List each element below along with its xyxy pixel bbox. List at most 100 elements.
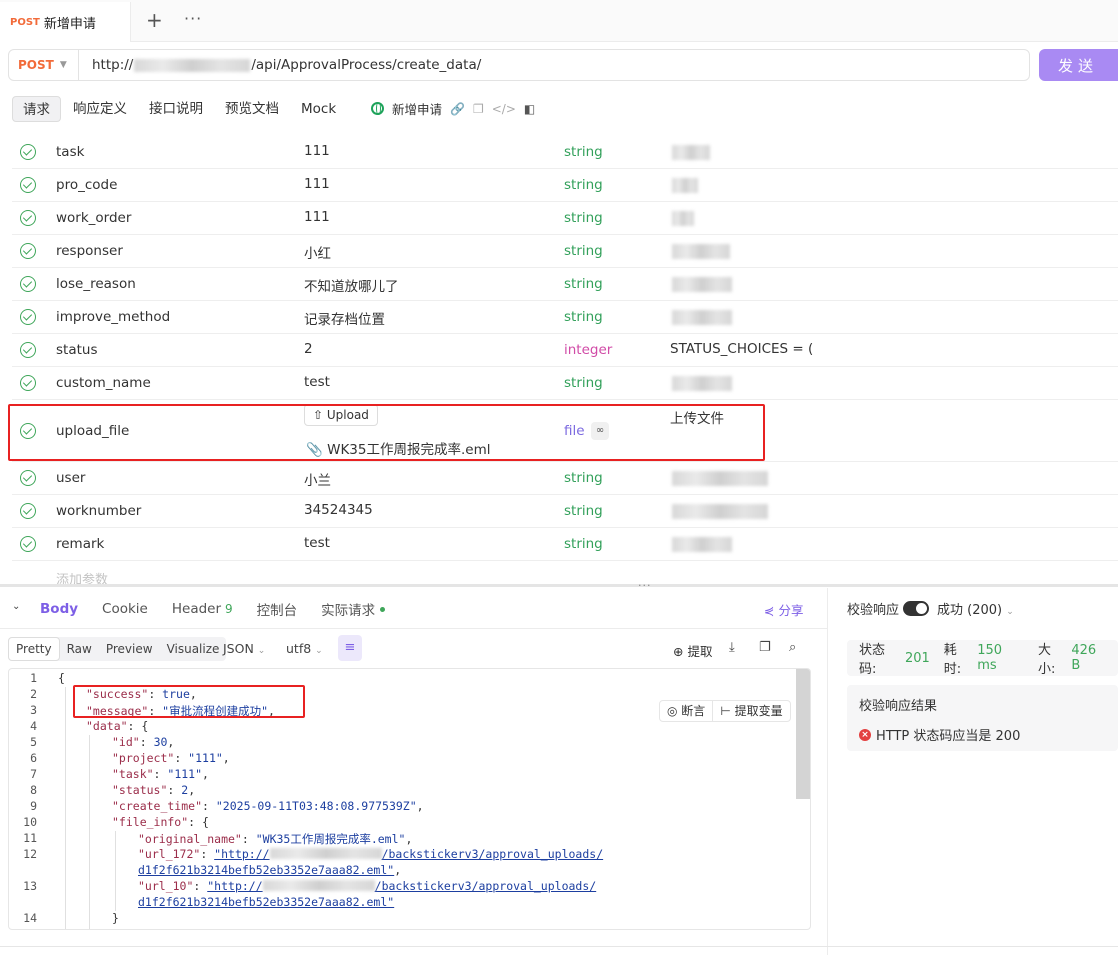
new-tab-button[interactable]: + [146, 8, 163, 32]
format-preview[interactable]: Preview [99, 637, 160, 661]
tab-preview-doc[interactable]: 预览文档 [215, 96, 289, 122]
copy-icon[interactable]: ❐ [473, 102, 484, 116]
param-type[interactable]: string [564, 210, 603, 226]
check-icon[interactable] [20, 503, 36, 519]
param-name[interactable]: custom_name [56, 375, 151, 391]
param-value[interactable]: 小兰 [304, 469, 331, 489]
format-raw[interactable]: Raw [60, 637, 99, 661]
verify-toggle[interactable] [903, 601, 930, 616]
verify-result-card: 校验响应结果 × HTTP 状态码应当是 200 [847, 685, 1118, 751]
tab-cookie[interactable]: Cookie [102, 601, 148, 617]
check-icon[interactable] [20, 309, 36, 325]
param-desc[interactable]: STATUS_CHOICES = ( [670, 341, 813, 357]
param-value[interactable]: 不知道放哪儿了 [304, 275, 399, 295]
param-value[interactable]: 记录存档位置 [304, 308, 385, 328]
panel-icon[interactable]: ◧ [524, 102, 535, 116]
line-number: 4 [30, 719, 37, 733]
tab-response-def[interactable]: 响应定义 [63, 96, 137, 122]
param-type[interactable]: string [564, 177, 603, 193]
param-type[interactable]: string [564, 144, 603, 160]
tab-header[interactable]: Header 9 [172, 601, 233, 617]
verify-label: 校验响应 [847, 603, 900, 618]
param-name[interactable]: pro_code [56, 177, 117, 193]
redacted-desc [672, 244, 730, 259]
line-number: 1 [30, 671, 37, 685]
code-line: "data": { [86, 719, 149, 733]
redacted-desc [672, 145, 710, 160]
request-subtabs: 请求 响应定义 接口说明 预览文档 Mock [12, 95, 348, 123]
check-icon[interactable] [20, 243, 36, 259]
tab-body[interactable]: Body [40, 601, 78, 617]
check-icon[interactable] [20, 276, 36, 292]
param-type[interactable]: string [564, 503, 603, 519]
verify-select[interactable]: 成功 (200) ⌄ [937, 599, 1014, 618]
tab-request[interactable]: 请求 [12, 96, 61, 122]
param-value[interactable]: 111 [304, 143, 330, 159]
param-name[interactable]: user [56, 470, 85, 486]
more-tabs-button[interactable]: ··· [184, 8, 202, 30]
param-value[interactable]: 2 [304, 341, 313, 357]
param-value[interactable]: 111 [304, 209, 330, 225]
redacted-host [134, 58, 251, 72]
param-name[interactable]: responser [56, 243, 123, 259]
redacted-desc [672, 310, 732, 325]
param-name[interactable]: remark [56, 536, 104, 552]
check-icon[interactable] [20, 342, 36, 358]
param-value[interactable]: 小红 [304, 242, 331, 262]
url-bar[interactable]: POST ▼ http:// /api/ApprovalProcess/crea… [8, 49, 1030, 81]
check-icon[interactable] [20, 536, 36, 552]
assert-button[interactable]: ◎ 断言 [660, 701, 712, 721]
tab-api-doc[interactable]: 接口说明 [139, 96, 213, 122]
param-name[interactable]: lose_reason [56, 276, 136, 292]
param-name[interactable]: task [56, 144, 84, 160]
code-icon[interactable]: </> [492, 102, 516, 116]
param-name[interactable]: improve_method [56, 309, 170, 325]
url-input[interactable]: http:// /api/ApprovalProcess/create_data… [92, 57, 481, 73]
drag-handle-icon[interactable]: ··· [638, 579, 652, 592]
check-icon[interactable] [20, 375, 36, 391]
divider [0, 628, 827, 629]
chevron-down-icon: ⌄ [315, 646, 323, 656]
download-icon[interactable]: ⤓ [729, 640, 735, 655]
tab-mock[interactable]: Mock [291, 96, 346, 122]
format-pretty[interactable]: Pretty [8, 637, 60, 661]
param-value[interactable]: 34524345 [304, 502, 373, 518]
extract-var-button[interactable]: ⊢ 提取变量 [712, 701, 789, 721]
param-type[interactable]: string [564, 536, 603, 552]
wrap-lines-icon[interactable]: ≡ [338, 635, 362, 661]
extract-button[interactable]: ⊕ 提取 [673, 641, 712, 660]
check-icon[interactable] [20, 210, 36, 226]
tab-actual-request[interactable]: 实际请求 [321, 599, 386, 619]
format-visualize[interactable]: Visualize [160, 637, 227, 661]
param-type[interactable]: string [564, 470, 603, 486]
copy-icon[interactable]: ❐ [759, 640, 771, 655]
table-row: remark test string [12, 528, 1118, 561]
param-name[interactable]: worknumber [56, 503, 141, 519]
check-icon[interactable] [20, 177, 36, 193]
method-select[interactable]: POST ▼ [9, 50, 79, 80]
param-name[interactable]: status [56, 342, 97, 358]
search-icon[interactable]: ⌕ [789, 640, 796, 655]
language-select[interactable]: JSON ⌄ [223, 641, 265, 656]
param-value[interactable]: test [304, 535, 330, 551]
encoding-select[interactable]: utf8 ⌄ [286, 641, 323, 656]
param-type[interactable]: string [564, 276, 603, 292]
request-tab[interactable]: POST 新增申请 [0, 2, 131, 42]
param-value[interactable]: 111 [304, 176, 330, 192]
method-label: POST [18, 58, 54, 72]
param-type[interactable]: string [564, 309, 603, 325]
panel-splitter[interactable] [0, 584, 1118, 587]
param-type[interactable]: string [564, 375, 603, 391]
check-icon[interactable] [20, 470, 36, 486]
param-name[interactable]: work_order [56, 210, 131, 226]
param-value[interactable]: test [304, 374, 330, 390]
share-button[interactable]: ⋞ 分享 [764, 600, 803, 619]
param-type[interactable]: integer [564, 342, 612, 358]
scrollbar[interactable] [796, 669, 810, 799]
tab-console[interactable]: 控制台 [257, 599, 298, 619]
check-icon[interactable] [20, 144, 36, 160]
collapse-icon[interactable]: ⌄ [12, 601, 20, 612]
link-icon[interactable]: 🔗 [450, 102, 465, 116]
send-button[interactable]: 发送 [1039, 49, 1118, 81]
param-type[interactable]: string [564, 243, 603, 259]
